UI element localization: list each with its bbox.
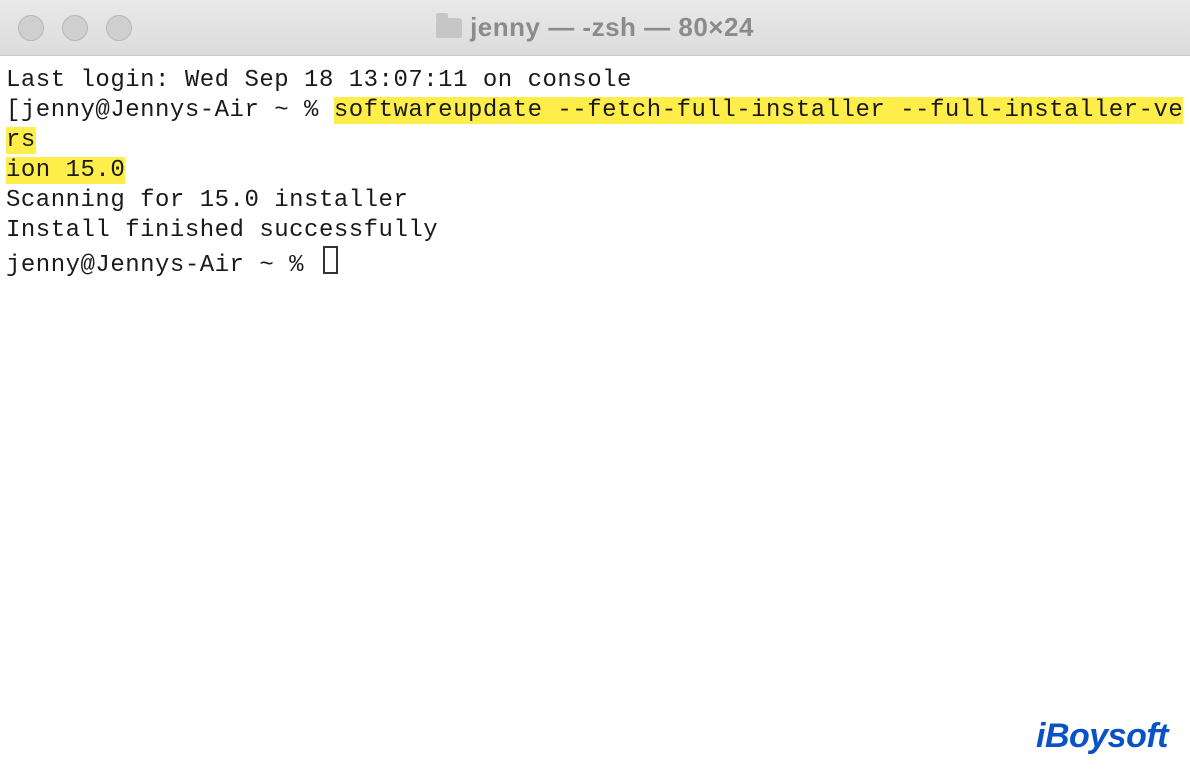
prompt-bracket: [ <box>6 97 21 124</box>
terminal-output-area[interactable]: Last login: Wed Sep 18 13:07:11 on conso… <box>0 56 1190 281</box>
window-zoom-button[interactable] <box>106 15 132 41</box>
window-minimize-button[interactable] <box>62 15 88 41</box>
window-titlebar: jenny — -zsh — 80×24 <box>0 0 1190 56</box>
output-line-2: Install finished successfully <box>6 217 438 244</box>
last-login-line: Last login: Wed Sep 18 13:07:11 on conso… <box>6 67 632 94</box>
window-title: jenny — -zsh — 80×24 <box>470 12 754 43</box>
output-line-1: Scanning for 15.0 installer <box>6 187 408 214</box>
terminal-cursor <box>323 246 338 274</box>
highlighted-command-part2: ion 15.0 <box>6 157 125 184</box>
folder-icon <box>436 18 462 38</box>
watermark-logo: iBoysoft <box>1036 717 1168 756</box>
prompt-1: jenny@Jennys-Air ~ % <box>21 97 334 124</box>
window-close-button[interactable] <box>18 15 44 41</box>
prompt-2: jenny@Jennys-Air ~ % <box>6 252 319 279</box>
window-traffic-lights <box>18 15 132 41</box>
